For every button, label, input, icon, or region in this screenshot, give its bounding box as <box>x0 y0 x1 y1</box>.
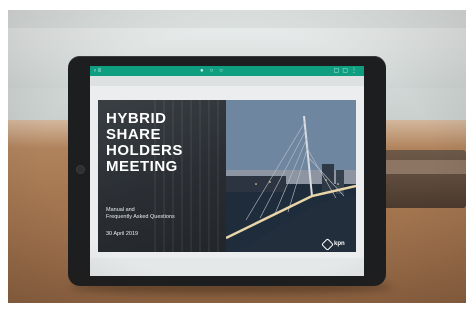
toolbar-spacer <box>90 76 364 86</box>
bridge-photo <box>226 100 356 252</box>
city-light <box>325 179 327 181</box>
home-button[interactable] <box>76 165 85 174</box>
cover-title-line: MEETING <box>106 158 178 175</box>
tablet-screen: ‹ ≡ ●○○ ▢▢⋮ HYBRID SHARE HOLDERS MEETING… <box>90 66 364 276</box>
city-light <box>269 181 271 183</box>
cover-photo <box>226 100 356 252</box>
kpn-logo-icon <box>321 237 334 251</box>
cover-title-line: SHARE <box>106 126 162 143</box>
cover-date: 30 April 2019 <box>106 231 139 237</box>
sky <box>226 100 356 170</box>
app-toolbar: ‹ ≡ ●○○ ▢▢⋮ <box>90 66 364 76</box>
share-icon[interactable]: ▢▢⋮ <box>334 67 360 75</box>
photo-scene: ‹ ≡ ●○○ ▢▢⋮ HYBRID SHARE HOLDERS MEETING… <box>8 10 466 303</box>
back-icon[interactable]: ‹ ≡ <box>94 67 101 75</box>
screen-bottom-panel <box>90 258 364 276</box>
cover-subtitle: Manual and Frequently Asked Questions <box>106 207 224 221</box>
subtitle-line: Manual and <box>106 207 135 213</box>
page-nav-icons[interactable]: ●○○ <box>200 67 229 75</box>
tablet-device: ‹ ≡ ●○○ ▢▢⋮ HYBRID SHARE HOLDERS MEETING… <box>68 56 386 286</box>
cover-title: HYBRID SHARE HOLDERS MEETING <box>106 111 222 175</box>
subtitle-line: Frequently Asked Questions <box>106 214 175 220</box>
cover-title-line: HOLDERS <box>106 142 183 159</box>
city-light <box>255 183 257 185</box>
cover-title-line: HYBRID <box>106 110 167 127</box>
kpn-logo-text: kpn <box>334 241 345 247</box>
city-light <box>337 183 339 185</box>
kpn-logo: kpn <box>321 237 349 251</box>
